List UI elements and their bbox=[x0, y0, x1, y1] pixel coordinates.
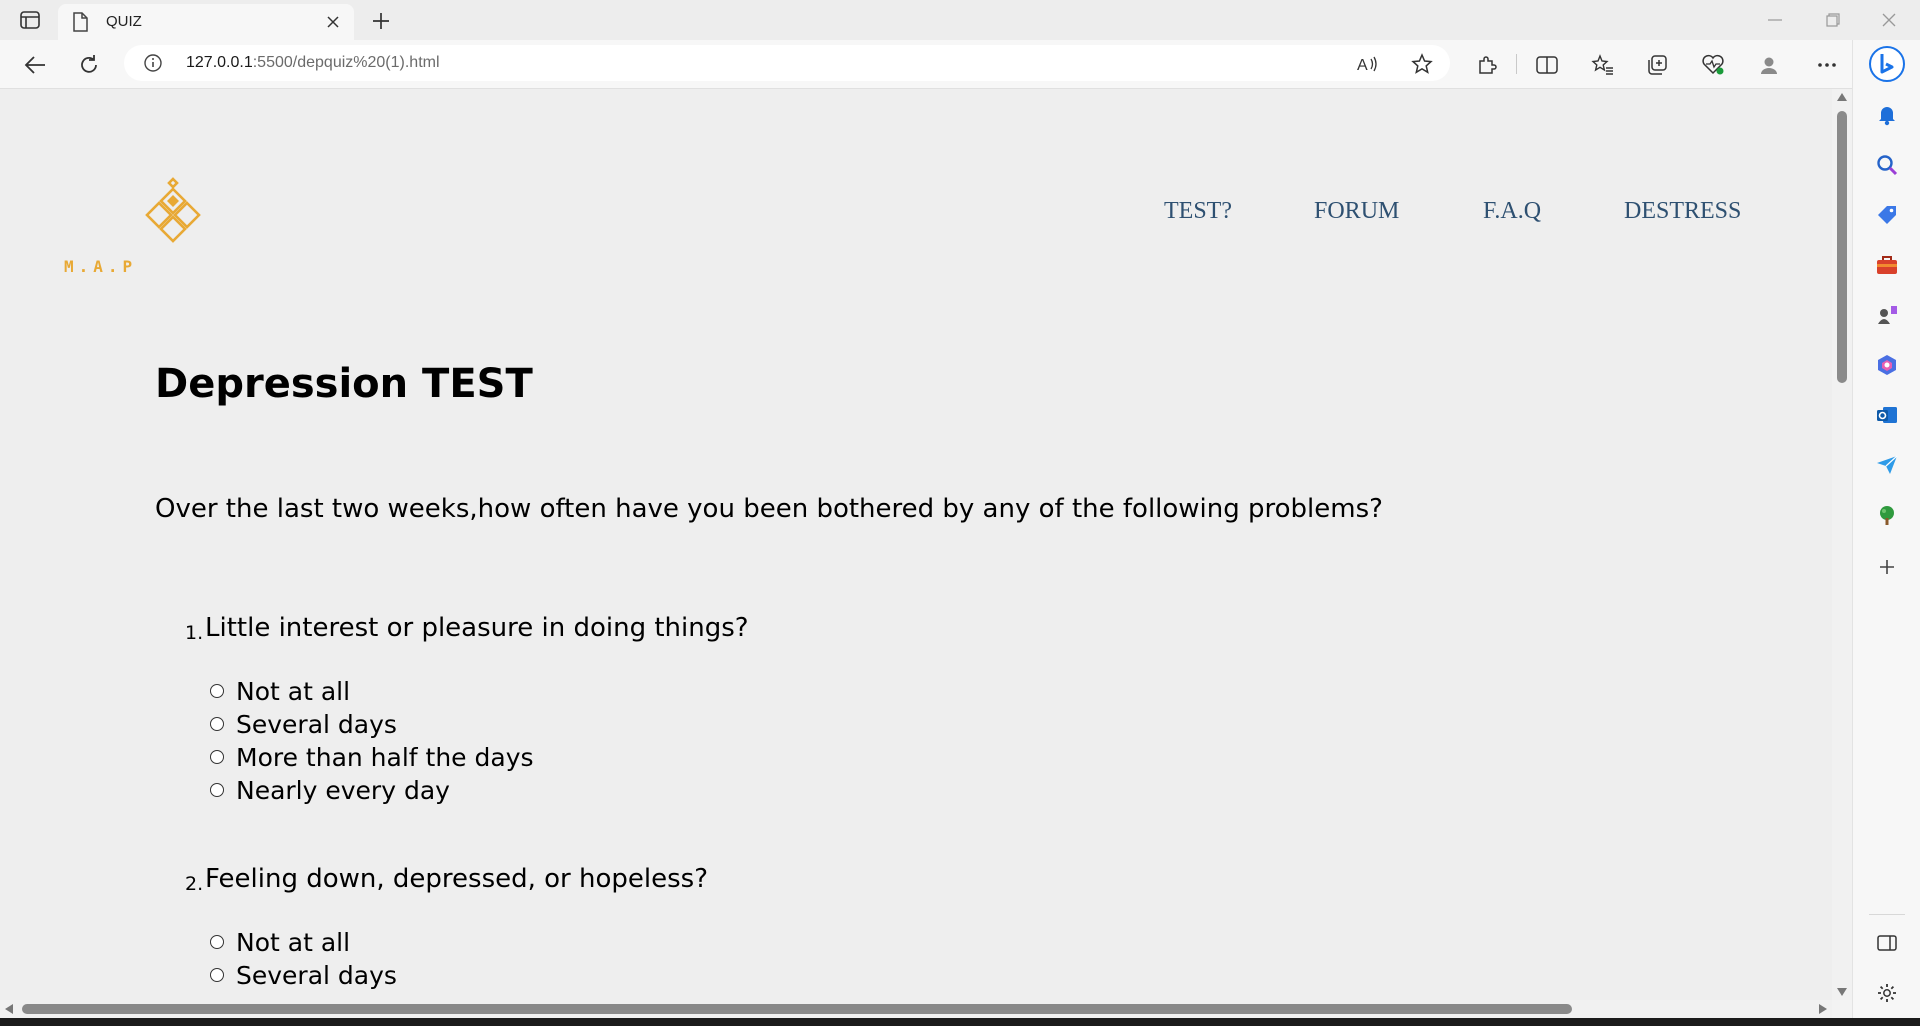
option-label: More than half the days bbox=[236, 742, 534, 772]
radio-button[interactable] bbox=[210, 783, 224, 797]
option-label: Nearly every day bbox=[236, 775, 450, 805]
tab-bar: QUIZ bbox=[0, 0, 1920, 40]
url-path: :5500/depquiz%20(1).html bbox=[252, 54, 440, 71]
taskbar-edge bbox=[0, 1018, 1920, 1026]
radio-button[interactable] bbox=[210, 750, 224, 764]
browser-tab[interactable]: QUIZ bbox=[58, 4, 354, 40]
url-host: 127.0.0.1 bbox=[186, 54, 253, 71]
restore-button[interactable] bbox=[1810, 6, 1856, 34]
scroll-right-icon[interactable] bbox=[1818, 1003, 1828, 1015]
page-title: Depression TEST bbox=[155, 361, 533, 407]
option-label: Not at all bbox=[236, 676, 351, 706]
browser-toolbar: 127.0.0.1:5500/depquiz%20(1).html A bbox=[0, 40, 1862, 89]
page-viewport: M.A.P TEST? FORUM F.A.Q DESTRESS Depress… bbox=[0, 89, 1832, 1000]
radio-button[interactable] bbox=[210, 717, 224, 731]
add-sidebar-app-icon[interactable] bbox=[1874, 554, 1900, 580]
page-icon bbox=[72, 12, 88, 36]
url-text: 127.0.0.1:5500/depquiz%20(1).html bbox=[186, 54, 440, 72]
close-tab-icon[interactable] bbox=[322, 11, 344, 33]
answer-option[interactable]: More than half the days bbox=[210, 742, 534, 772]
tab-actions-icon[interactable] bbox=[14, 8, 46, 32]
radio-button[interactable] bbox=[210, 935, 224, 949]
more-options-icon[interactable] bbox=[1812, 50, 1842, 80]
profile-avatar-icon[interactable] bbox=[1754, 50, 1784, 80]
hide-sidebar-icon[interactable] bbox=[1874, 930, 1900, 956]
collections-icon[interactable] bbox=[1642, 50, 1672, 80]
answer-option[interactable]: Not at all bbox=[210, 676, 350, 706]
vertical-scrollbar[interactable] bbox=[1832, 89, 1852, 1000]
option-label: Several days bbox=[236, 960, 397, 990]
outlook-icon[interactable] bbox=[1874, 402, 1900, 428]
answer-option[interactable]: Nearly every day bbox=[210, 775, 450, 805]
games-icon[interactable] bbox=[1874, 302, 1900, 328]
address-bar[interactable]: 127.0.0.1:5500/depquiz%20(1).html A bbox=[124, 45, 1450, 81]
horizontal-scrollbar[interactable] bbox=[0, 1000, 1832, 1018]
nav-destress-link[interactable]: DESTRESS bbox=[1624, 198, 1741, 225]
extensions-icon[interactable] bbox=[1472, 50, 1502, 80]
option-label: Not at all bbox=[236, 927, 351, 957]
radio-button[interactable] bbox=[210, 968, 224, 982]
nav-test-link[interactable]: TEST? bbox=[1164, 198, 1232, 225]
notifications-bell-icon[interactable] bbox=[1874, 102, 1900, 128]
question-number: 2. bbox=[185, 873, 204, 895]
scroll-left-icon[interactable] bbox=[4, 1003, 14, 1015]
microsoft-365-icon[interactable] bbox=[1874, 352, 1900, 378]
question-text: Little interest or pleasure in doing thi… bbox=[205, 613, 749, 643]
answer-option[interactable]: Not at all bbox=[210, 927, 350, 957]
send-drop-icon[interactable] bbox=[1874, 452, 1900, 478]
favorite-star-icon[interactable] bbox=[1410, 52, 1434, 76]
new-tab-button[interactable] bbox=[368, 8, 394, 34]
shopping-tag-icon[interactable] bbox=[1874, 202, 1900, 228]
browser-essentials-icon[interactable] bbox=[1698, 50, 1728, 80]
question-text: Feeling down, depressed, or hopeless? bbox=[205, 864, 709, 894]
refresh-button[interactable] bbox=[74, 50, 104, 80]
diamond-logo-icon bbox=[145, 177, 201, 243]
favorites-icon[interactable] bbox=[1588, 50, 1618, 80]
minimize-button[interactable] bbox=[1752, 6, 1798, 34]
logo-text: M.A.P bbox=[64, 257, 138, 276]
scroll-down-icon[interactable] bbox=[1836, 987, 1848, 997]
vertical-scroll-thumb[interactable] bbox=[1837, 111, 1847, 383]
nav-forum-link[interactable]: FORUM bbox=[1314, 198, 1399, 225]
search-icon[interactable] bbox=[1874, 152, 1900, 178]
question-number: 1. bbox=[185, 622, 204, 644]
read-aloud-icon[interactable]: A bbox=[1356, 52, 1380, 76]
answer-option[interactable]: Several days bbox=[210, 709, 397, 739]
quiz-intro: Over the last two weeks,how often have y… bbox=[155, 494, 1383, 524]
horizontal-scroll-thumb[interactable] bbox=[22, 1004, 1572, 1014]
tree-icon[interactable] bbox=[1874, 502, 1900, 528]
info-icon[interactable] bbox=[144, 54, 162, 76]
option-label: Several days bbox=[236, 709, 397, 739]
scroll-up-icon[interactable] bbox=[1836, 92, 1848, 102]
close-window-button[interactable] bbox=[1866, 6, 1912, 34]
radio-button[interactable] bbox=[210, 684, 224, 698]
copilot-icon[interactable] bbox=[1867, 44, 1907, 84]
nav-faq-link[interactable]: F.A.Q bbox=[1483, 198, 1541, 225]
edge-sidebar bbox=[1852, 40, 1920, 1026]
tab-title: QUIZ bbox=[106, 13, 142, 30]
back-button[interactable] bbox=[20, 50, 50, 80]
settings-gear-icon[interactable] bbox=[1874, 980, 1900, 1006]
answer-option[interactable]: Several days bbox=[210, 960, 397, 990]
tools-briefcase-icon[interactable] bbox=[1874, 252, 1900, 278]
svg-text:A: A bbox=[1357, 57, 1368, 73]
split-screen-icon[interactable] bbox=[1532, 50, 1562, 80]
